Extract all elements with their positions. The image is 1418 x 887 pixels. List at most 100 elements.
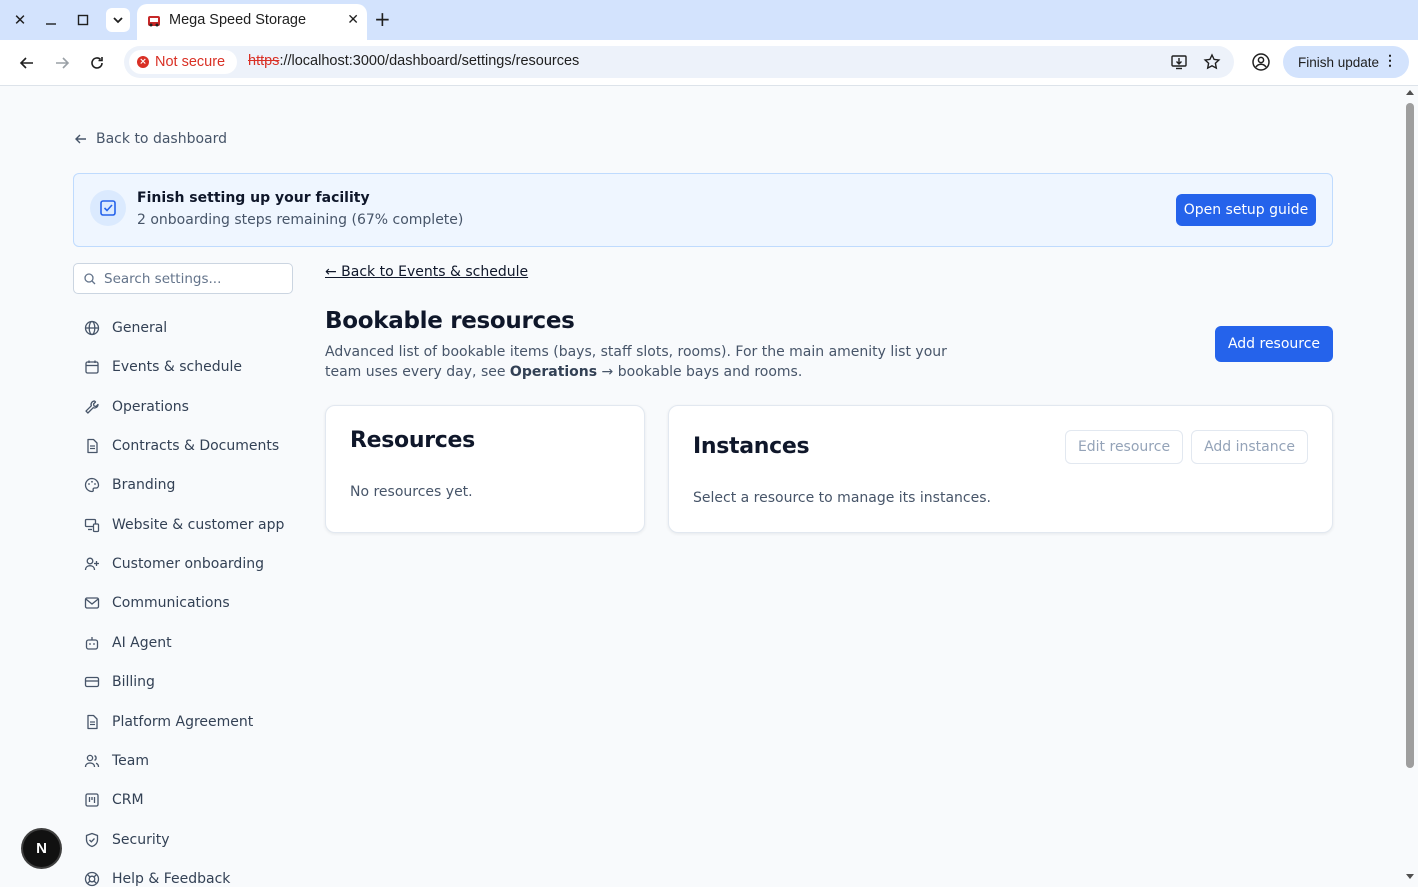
back-to-events-link[interactable]: ← Back to Events & schedule <box>325 264 528 280</box>
devices-icon <box>84 518 100 533</box>
sidebar-item-onboarding[interactable]: Customer onboarding <box>84 552 264 576</box>
install-app-icon[interactable] <box>1170 53 1188 71</box>
kanban-icon <box>85 793 99 807</box>
instances-card-title: Instances <box>693 434 810 459</box>
tab-search-chevron-icon[interactable] <box>106 8 130 32</box>
sidebar-item-label: Contracts & Documents <box>112 438 280 454</box>
finish-update-label: Finish update <box>1298 54 1380 70</box>
globe-icon <box>84 320 100 336</box>
palette-icon <box>84 477 100 493</box>
resources-card: Resources No resources yet. <box>325 405 645 533</box>
search-input[interactable] <box>104 268 284 290</box>
users-icon <box>84 754 100 768</box>
banner-title: Finish setting up your facility <box>137 190 370 206</box>
more-menu-icon[interactable]: ⋮ <box>1383 52 1397 69</box>
bot-icon <box>85 637 99 650</box>
wrench-icon <box>85 400 99 414</box>
dev-tools-badge[interactable]: N <box>23 830 60 867</box>
bookmark-star-icon[interactable] <box>1203 53 1221 71</box>
sidebar-item-label: Help & Feedback <box>112 871 231 887</box>
add-instance-button[interactable]: Add instance <box>1191 430 1308 464</box>
sidebar-item-contracts[interactable]: Contracts & Documents <box>84 434 279 458</box>
edit-resource-button[interactable]: Edit resource <box>1065 430 1183 464</box>
document-icon <box>87 438 98 454</box>
description-operations: Operations <box>509 364 598 380</box>
finish-update-button[interactable]: Finish update ⋮ <box>1283 46 1409 78</box>
life-buoy-icon <box>84 871 100 887</box>
page-content: Back to dashboard Finish setting up your… <box>0 87 1402 887</box>
maximize-window-icon[interactable] <box>71 8 95 32</box>
sidebar-item-operations[interactable]: Operations <box>84 395 189 419</box>
url-text[interactable]: https://localhost:3000/dashboard/setting… <box>248 53 579 69</box>
scroll-down-arrow-icon[interactable] <box>1406 874 1414 879</box>
sidebar-item-label: Team <box>112 753 150 769</box>
search-icon <box>84 273 96 285</box>
search-settings[interactable] <box>73 263 293 294</box>
credit-card-icon <box>84 676 100 688</box>
address-bar[interactable]: × Not secure https://localhost:3000/dash… <box>124 46 1234 78</box>
setup-banner: Finish setting up your facility 2 onboar… <box>73 173 1333 247</box>
sidebar-item-branding[interactable]: Branding <box>84 473 175 497</box>
url-scheme: https <box>248 53 280 69</box>
sidebar-item-label: Operations <box>112 399 189 415</box>
browser-toolbar: × Not secure https://localhost:3000/dash… <box>0 40 1418 86</box>
shield-icon <box>85 832 99 848</box>
sidebar-item-communications[interactable]: Communications <box>84 591 230 615</box>
sidebar-item-platform-agreement[interactable]: Platform Agreement <box>84 710 253 734</box>
sidebar-item-website[interactable]: Website & customer app <box>84 513 284 537</box>
security-label: Not secure <box>155 54 226 70</box>
instances-card: Instances Edit resource Add instance Sel… <box>668 405 1333 533</box>
sidebar-item-general[interactable]: General <box>84 316 167 340</box>
sidebar-item-label: Customer onboarding <box>112 556 264 572</box>
car-favicon-icon <box>148 16 160 27</box>
page-title: Bookable resources <box>325 308 575 334</box>
warning-icon: × <box>137 56 149 68</box>
open-setup-guide-button[interactable]: Open setup guide <box>1176 194 1316 226</box>
sidebar-item-ai-agent[interactable]: AI Agent <box>84 631 172 655</box>
browser-tab[interactable]: Mega Speed Storage ✕ <box>137 4 367 40</box>
browser-tab-strip: ✕ Mega Speed Storage ✕ + <box>0 0 1418 40</box>
sidebar-item-team[interactable]: Team <box>84 749 149 773</box>
mail-icon <box>84 597 100 609</box>
document-icon <box>87 714 98 730</box>
sidebar-item-crm[interactable]: CRM <box>84 788 144 812</box>
security-chip[interactable]: × Not secure <box>129 50 237 74</box>
sidebar-item-label: General <box>112 320 168 336</box>
back-to-dashboard-link[interactable]: Back to dashboard <box>74 131 227 147</box>
page-description: Advanced list of bookable items (bays, s… <box>325 342 985 382</box>
instances-empty-text: Select a resource to manage its instance… <box>693 490 991 506</box>
description-text-end: → bookable bays and rooms. <box>597 364 803 380</box>
sidebar-item-label: AI Agent <box>112 635 172 651</box>
sidebar-item-label: Security <box>112 832 170 848</box>
sidebar-item-help[interactable]: Help & Feedback <box>84 867 230 887</box>
sidebar-item-label: Website & customer app <box>112 517 285 533</box>
calendar-icon <box>85 360 99 374</box>
add-resource-button[interactable]: Add resource <box>1215 326 1333 362</box>
new-tab-icon[interactable]: + <box>374 8 391 30</box>
checkbox-icon <box>90 190 126 226</box>
url-path: ://localhost:3000/dashboard/settings/res… <box>279 53 580 69</box>
page-scrollbar[interactable] <box>1402 87 1418 887</box>
forward-arrow-icon[interactable] <box>51 52 73 74</box>
arrow-left-icon <box>75 134 86 144</box>
sidebar-item-events[interactable]: Events & schedule <box>84 355 242 379</box>
reload-icon[interactable] <box>86 52 108 74</box>
back-arrow-icon[interactable] <box>16 52 38 74</box>
resources-empty-text: No resources yet. <box>350 484 473 500</box>
sidebar-item-label: Platform Agreement <box>112 714 254 730</box>
back-to-dashboard-label: Back to dashboard <box>96 131 228 147</box>
tab-close-icon[interactable]: ✕ <box>347 12 359 28</box>
user-plus-icon <box>84 557 99 571</box>
scroll-up-arrow-icon[interactable] <box>1406 90 1414 95</box>
banner-subtitle: 2 onboarding steps remaining (67% comple… <box>137 212 464 228</box>
sidebar-item-label: Events & schedule <box>112 359 242 375</box>
scroll-thumb[interactable] <box>1406 103 1414 768</box>
sidebar-item-billing[interactable]: Billing <box>84 670 155 694</box>
profile-icon[interactable] <box>1251 52 1271 72</box>
close-window-icon[interactable]: ✕ <box>8 8 32 32</box>
sidebar-item-security[interactable]: Security <box>84 828 170 852</box>
sidebar-item-label: Billing <box>112 674 155 690</box>
sidebar-item-label: Communications <box>112 595 230 611</box>
minimize-window-icon[interactable] <box>39 8 63 32</box>
sidebar-item-label: CRM <box>112 792 144 808</box>
